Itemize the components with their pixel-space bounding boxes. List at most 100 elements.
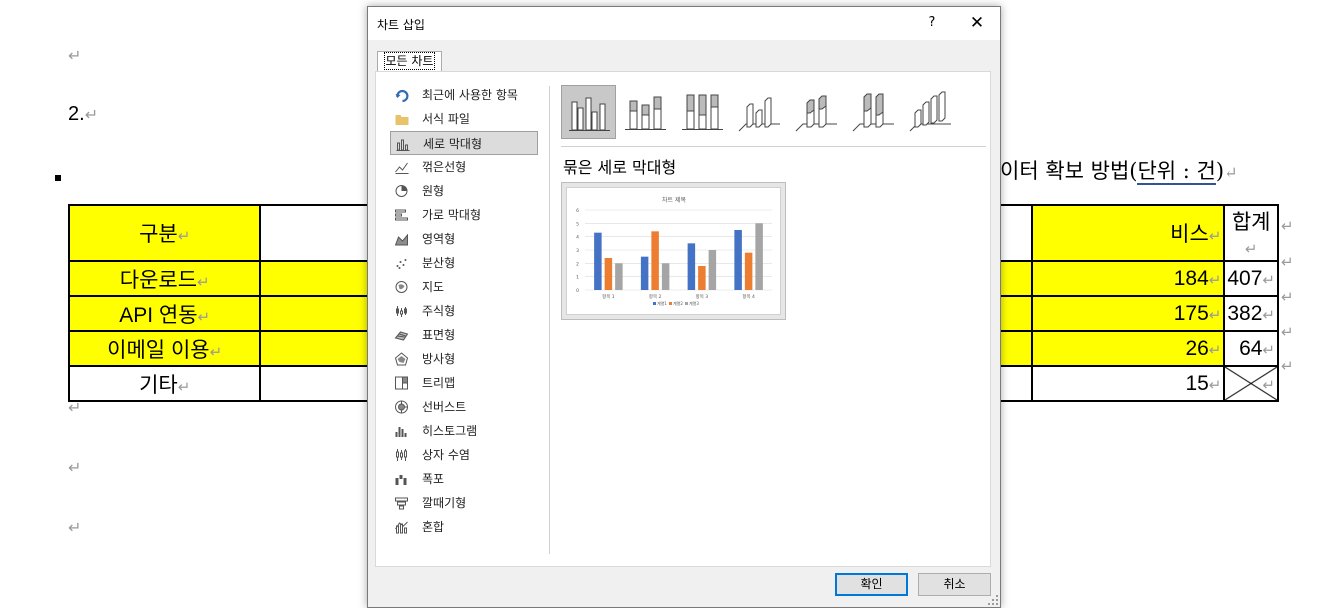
preview-y-tick: 4 bbox=[576, 235, 579, 241]
funnel-chart-icon bbox=[395, 497, 408, 510]
tab-all-charts[interactable]: 모든 차트 bbox=[377, 51, 442, 72]
preview-bar bbox=[734, 230, 742, 290]
chart-category-item[interactable]: 트리맵 bbox=[390, 371, 538, 395]
preview-chart-title: 차트 제목 bbox=[662, 196, 686, 204]
combo-chart-icon bbox=[395, 521, 408, 534]
table-cell[interactable]: 64↵ bbox=[1224, 331, 1278, 366]
stacked-column-icon bbox=[625, 96, 666, 130]
chart-category-item[interactable]: 최근에 사용한 항목 bbox=[390, 83, 538, 107]
divider bbox=[549, 86, 550, 554]
preview-y-tick: 6 bbox=[576, 208, 579, 214]
preview-bar bbox=[615, 263, 623, 290]
row-end-mark: ↵ bbox=[1281, 217, 1294, 235]
preview-x-tick: 항목 1 bbox=[602, 293, 615, 300]
folder-icon bbox=[395, 115, 409, 125]
chart-category-item[interactable]: 지도 bbox=[390, 275, 538, 299]
preview-bar bbox=[744, 252, 753, 290]
preview-legend-label: 계열3 bbox=[689, 300, 699, 306]
3d-clustered-column-icon bbox=[738, 97, 780, 132]
pie-chart-icon bbox=[395, 185, 408, 197]
chart-category-item[interactable]: 히스토그램 bbox=[390, 419, 538, 443]
chart-preview[interactable]: 차트 제목 0 1 2 3 4 5 6 항목 1 항목 2 항목 3 항목 4 계열1 계열2 계열3 bbox=[561, 182, 786, 320]
insert-chart-dialog: 차트 삽입 ? ✕ 모든 차트 최근에 사용한 항목서식 파일세로 막대형꺾은선… bbox=[367, 6, 1001, 608]
treemap-chart-icon bbox=[395, 376, 408, 390]
preview-chart: 차트 제목 0 1 2 3 4 5 6 항목 1 항목 2 항목 3 항목 4 계열1 계열2 계열3 bbox=[576, 196, 772, 306]
column-chart-icon bbox=[396, 139, 410, 151]
chart-subtype-option[interactable] bbox=[561, 85, 616, 139]
table-cell[interactable]: 이메일 이용↵ bbox=[69, 331, 261, 366]
chart-category-item[interactable]: 세로 막대형 bbox=[390, 131, 538, 155]
surface-chart-icon bbox=[394, 331, 409, 341]
chart-category-item[interactable]: 상자 수염 bbox=[390, 443, 538, 467]
table-cell[interactable]: 비스↵ bbox=[1032, 205, 1225, 261]
chart-category-label: 방사형 bbox=[422, 352, 456, 366]
3d-stacked-column-icon bbox=[795, 95, 837, 132]
table-cell[interactable]: 407↵ bbox=[1224, 261, 1278, 296]
table-cell[interactable]: 기타↵ bbox=[69, 366, 261, 401]
scatter-chart-icon bbox=[396, 259, 407, 269]
preview-bar bbox=[698, 266, 706, 290]
chart-category-label: 가로 막대형 bbox=[422, 208, 482, 222]
chart-category-item[interactable]: 표면형 bbox=[390, 323, 538, 347]
chart-category-list: 최근에 사용한 항목서식 파일세로 막대형꺾은선형원형가로 막대형영역형분산형지… bbox=[390, 83, 538, 539]
chart-subtype-option[interactable] bbox=[903, 85, 958, 139]
chart-subtype-option[interactable] bbox=[618, 85, 673, 139]
preview-bar bbox=[755, 223, 763, 290]
table-cell[interactable]: 26↵ bbox=[1032, 331, 1225, 366]
preview-bar bbox=[640, 256, 649, 290]
bullet-marker bbox=[55, 175, 61, 181]
chart-category-item[interactable]: 영역형 bbox=[390, 227, 538, 251]
chart-category-label: 혼합 bbox=[422, 520, 445, 534]
preview-legend-label: 계열1 bbox=[657, 300, 667, 306]
preview-x-tick: 항목 2 bbox=[649, 293, 662, 300]
table-cell[interactable]: 구분↵ bbox=[69, 205, 261, 261]
table-cell[interactable]: 184↵ bbox=[1032, 261, 1225, 296]
chart-category-item[interactable]: 깔때기형 bbox=[390, 491, 538, 515]
table-cell[interactable]: API 연동↵ bbox=[69, 296, 261, 331]
preview-y-tick: 0 bbox=[576, 288, 579, 294]
chart-category-label: 분산형 bbox=[422, 256, 456, 270]
diagonal-cell[interactable]: ↵ bbox=[1224, 366, 1278, 401]
chart-category-label: 꺾은선형 bbox=[422, 160, 467, 174]
chart-category-label: 원형 bbox=[422, 184, 445, 198]
row-end-mark: ↵ bbox=[1281, 357, 1294, 375]
help-button[interactable]: ? bbox=[921, 11, 943, 35]
table-cell[interactable]: 15↵ bbox=[1032, 366, 1225, 401]
table-cell[interactable]: 382↵ bbox=[1224, 296, 1278, 331]
close-button[interactable]: ✕ bbox=[966, 11, 988, 35]
map-chart-icon bbox=[395, 281, 408, 293]
paragraph-mark: ↵ bbox=[68, 458, 82, 477]
dialog-titlebar[interactable]: 차트 삽입 ? ✕ bbox=[368, 7, 1000, 40]
chart-category-item[interactable]: 폭포 bbox=[390, 467, 538, 491]
chart-category-item[interactable]: 선버스트 bbox=[390, 395, 538, 419]
section-heading: 이터 확보 방법(단위 : 건)↵ bbox=[1000, 159, 1238, 185]
line-chart-icon bbox=[395, 162, 409, 174]
ok-button[interactable]: 확인 bbox=[835, 573, 908, 596]
chart-subtype-option[interactable] bbox=[732, 85, 787, 139]
preview-y-tick: 2 bbox=[576, 261, 579, 267]
chart-category-item[interactable]: 주식형 bbox=[390, 299, 538, 323]
100-stacked-column-icon bbox=[682, 94, 723, 130]
area-chart-icon bbox=[394, 233, 408, 246]
chart-category-label: 서식 파일 bbox=[422, 112, 470, 126]
chart-subtype-option[interactable] bbox=[675, 85, 730, 139]
table-cell[interactable]: 다운로드↵ bbox=[69, 261, 261, 296]
chart-category-item[interactable]: 꺾은선형 bbox=[390, 155, 538, 179]
chart-subtype-option[interactable] bbox=[789, 85, 844, 139]
table-cell[interactable]: 175↵ bbox=[1032, 296, 1225, 331]
waterfall-chart-icon bbox=[395, 475, 407, 485]
cancel-button[interactable]: 취소 bbox=[918, 573, 991, 596]
3d-100-stacked-column-icon bbox=[852, 93, 894, 132]
chart-category-item[interactable]: 가로 막대형 bbox=[390, 203, 538, 227]
chart-category-item[interactable]: 서식 파일 bbox=[390, 107, 538, 131]
chart-subtype-option[interactable] bbox=[846, 85, 901, 139]
row-end-mark: ↵ bbox=[1281, 288, 1294, 306]
chart-category-item[interactable]: 원형 bbox=[390, 179, 538, 203]
chart-category-item[interactable]: 혼합 bbox=[390, 515, 538, 539]
chart-panel: 최근에 사용한 항목서식 파일세로 막대형꺾은선형원형가로 막대형영역형분산형지… bbox=[375, 71, 991, 567]
resize-grip-icon[interactable] bbox=[987, 594, 999, 606]
row-end-mark: ↵ bbox=[1281, 253, 1294, 271]
table-cell[interactable]: 합계↵ bbox=[1224, 205, 1278, 261]
chart-category-item[interactable]: 방사형 bbox=[390, 347, 538, 371]
chart-category-item[interactable]: 분산형 bbox=[390, 251, 538, 275]
